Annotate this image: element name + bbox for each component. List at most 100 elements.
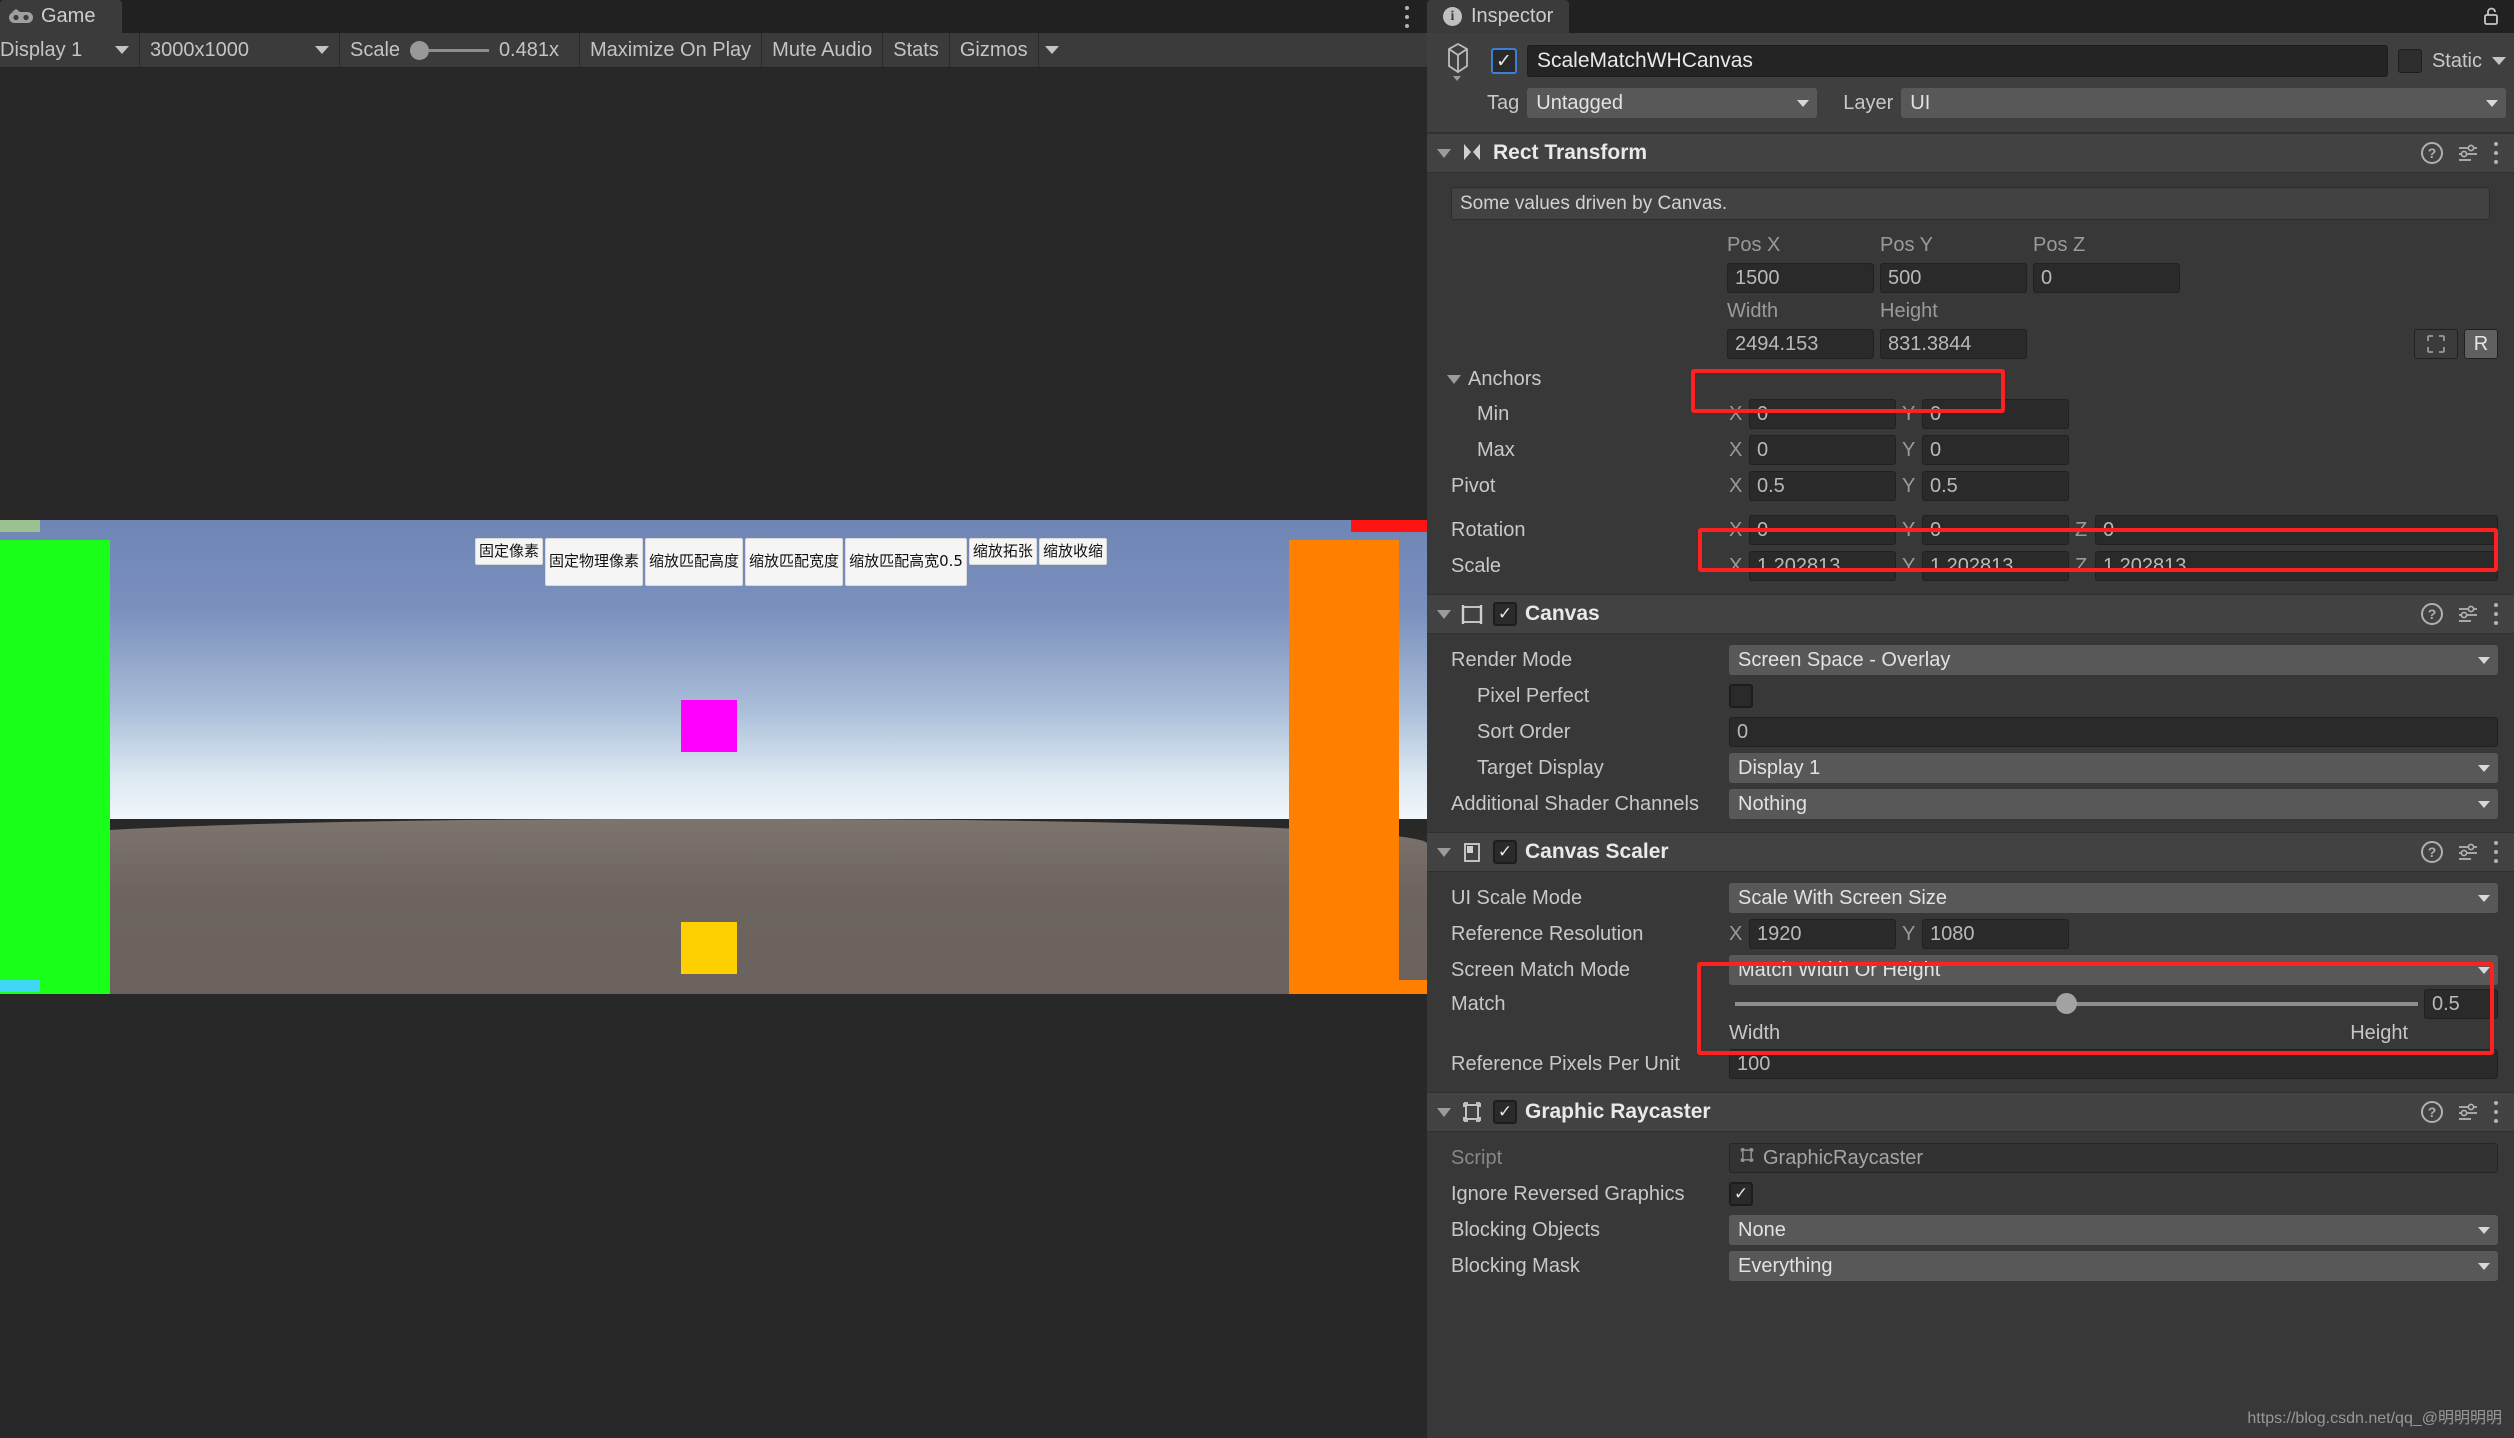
scale-slider-handle[interactable]: [410, 40, 430, 60]
ignore-reversed-graphics-checkbox[interactable]: ✓: [1729, 1182, 1753, 1206]
match-value-field[interactable]: 0.5: [2424, 989, 2498, 1019]
gizmos-dropdown[interactable]: [1039, 33, 1071, 67]
scale-slider-group[interactable]: Scale 0.481x: [340, 33, 580, 67]
tag-dropdown[interactable]: Untagged: [1527, 88, 1818, 118]
static-dropdown-icon[interactable]: [2492, 57, 2506, 65]
mute-audio-button[interactable]: Mute Audio: [762, 33, 884, 67]
ui-button-scale-match-height[interactable]: 缩放匹配高度: [645, 538, 744, 586]
graphic-raycaster-header[interactable]: ✓ Graphic Raycaster ?: [1427, 1092, 2514, 1132]
reference-resolution-label: Reference Resolution: [1451, 922, 1644, 945]
foldout-icon[interactable]: [1437, 609, 1451, 619]
canvas-scaler-enabled-checkbox[interactable]: ✓: [1493, 840, 1517, 864]
screen-match-mode-label: Screen Match Mode: [1451, 958, 1630, 981]
foldout-icon[interactable]: [1437, 847, 1451, 857]
static-checkbox[interactable]: [2397, 49, 2422, 73]
canvas-header[interactable]: ✓ Canvas ?: [1427, 594, 2514, 634]
blueprint-mode-button[interactable]: [2414, 329, 2458, 359]
object-name-field[interactable]: ScaleMatchWHCanvas: [1527, 45, 2388, 77]
reference-resolution-y-field[interactable]: 1080: [1922, 919, 2069, 949]
anchor-min-y-field[interactable]: 0: [1922, 399, 2069, 429]
rect-transform-body: Some values driven by Canvas. Pos X Pos …: [1427, 173, 2514, 594]
ui-button-scale-match-width[interactable]: 缩放匹配宽度: [745, 538, 844, 586]
preset-icon[interactable]: [2457, 1102, 2479, 1122]
match-slider-handle[interactable]: [2056, 993, 2077, 1014]
raw-edit-button[interactable]: R: [2464, 329, 2498, 359]
sort-order-field[interactable]: 0: [1729, 717, 2498, 747]
reference-resolution-x-field[interactable]: 1920: [1749, 919, 1896, 949]
additional-shader-dropdown[interactable]: Nothing: [1729, 789, 2498, 819]
game-view-canvas[interactable]: 固定像素 固定物理像素 缩放匹配高度 缩放匹配宽度 缩放匹配高宽0.5 缩放拓张…: [0, 68, 1427, 1438]
marker-red-top: [1351, 520, 1427, 532]
match-slider[interactable]: [1735, 993, 2418, 1014]
ui-button-scale-expand[interactable]: 缩放拓张: [968, 538, 1037, 566]
foldout-icon[interactable]: [1437, 1107, 1451, 1117]
component-menu-icon[interactable]: [2493, 1101, 2498, 1123]
layer-dropdown[interactable]: UI: [1901, 88, 2506, 118]
reference-ppu-label: Reference Pixels Per Unit: [1451, 1052, 1680, 1075]
pos-y-field[interactable]: 500: [1880, 263, 2027, 293]
prefab-cube-icon: [1435, 40, 1481, 82]
rotation-z-field[interactable]: 0: [2095, 515, 2498, 545]
rect-transform-header[interactable]: Rect Transform ?: [1427, 133, 2514, 173]
help-icon[interactable]: ?: [2421, 1101, 2443, 1123]
preset-icon[interactable]: [2457, 842, 2479, 862]
scale-slider[interactable]: [410, 40, 489, 60]
anchor-max-x-field[interactable]: 0: [1749, 435, 1896, 465]
foldout-icon[interactable]: [1437, 148, 1451, 158]
display-dropdown[interactable]: Display 1: [0, 33, 140, 67]
pos-z-field[interactable]: 0: [2033, 263, 2180, 293]
canvas-body: Render Mode Screen Space - Overlay Pixel…: [1427, 634, 2514, 832]
lock-icon[interactable]: [2482, 6, 2500, 26]
ui-scale-mode-dropdown[interactable]: Scale With Screen Size: [1729, 883, 2498, 913]
reference-ppu-field[interactable]: 100: [1729, 1049, 2498, 1079]
pivot-x-field[interactable]: 0.5: [1749, 471, 1896, 501]
height-field[interactable]: 831.3844: [1880, 329, 2027, 359]
gizmos-button[interactable]: Gizmos: [950, 33, 1039, 67]
scale-y-field[interactable]: 1.202813: [1922, 551, 2069, 581]
tab-inspector[interactable]: i Inspector: [1427, 0, 1570, 33]
pixel-perfect-label: Pixel Perfect: [1477, 684, 1590, 707]
preset-icon[interactable]: [2457, 604, 2479, 624]
anchor-min-x-field[interactable]: 0: [1749, 399, 1896, 429]
anchor-max-y-field[interactable]: 0: [1922, 435, 2069, 465]
rotation-x-field[interactable]: 0: [1749, 515, 1896, 545]
game-render-area[interactable]: 固定像素 固定物理像素 缩放匹配高度 缩放匹配宽度 缩放匹配高宽0.5 缩放拓张…: [0, 520, 1427, 994]
component-menu-icon[interactable]: [2493, 142, 2498, 164]
rotation-y-field[interactable]: 0: [1922, 515, 2069, 545]
axis-x-label: X: [1729, 518, 1743, 541]
blocking-mask-dropdown[interactable]: Everything: [1729, 1251, 2498, 1281]
scale-z-field[interactable]: 1.202813: [2095, 551, 2498, 581]
screen-match-mode-dropdown[interactable]: Match Width Or Height: [1729, 955, 2498, 985]
game-panel-menu-icon[interactable]: [1404, 6, 1409, 28]
ui-button-scale-match-wh-half[interactable]: 缩放匹配高宽0.5: [845, 538, 967, 586]
help-icon[interactable]: ?: [2421, 142, 2443, 164]
tab-game[interactable]: Game: [0, 0, 122, 33]
pivot-y-field[interactable]: 0.5: [1922, 471, 2069, 501]
anchors-foldout-icon[interactable]: [1447, 374, 1461, 384]
help-icon[interactable]: ?: [2421, 603, 2443, 625]
scale-x-field[interactable]: 1.202813: [1749, 551, 1896, 581]
axis-x-label: X: [1729, 554, 1743, 577]
ui-button-fixed-pixel[interactable]: 固定像素: [475, 538, 544, 566]
ui-button-fixed-physical-px[interactable]: 固定物理像素: [545, 538, 644, 586]
pos-x-field[interactable]: 1500: [1727, 263, 1874, 293]
resolution-dropdown[interactable]: 3000x1000: [140, 33, 340, 67]
gamepad-icon: [8, 8, 34, 25]
canvas-scaler-header[interactable]: ✓ Canvas Scaler ?: [1427, 832, 2514, 872]
component-menu-icon[interactable]: [2493, 603, 2498, 625]
preset-icon[interactable]: [2457, 143, 2479, 163]
canvas-enabled-checkbox[interactable]: ✓: [1493, 602, 1517, 626]
graphic-raycaster-enabled-checkbox[interactable]: ✓: [1493, 1100, 1517, 1124]
blocking-objects-dropdown[interactable]: None: [1729, 1215, 2498, 1245]
object-enabled-checkbox[interactable]: ✓: [1491, 48, 1517, 74]
stats-button[interactable]: Stats: [883, 33, 950, 67]
layer-label: Layer: [1843, 91, 1894, 114]
width-field[interactable]: 2494.153: [1727, 329, 1874, 359]
component-menu-icon[interactable]: [2493, 841, 2498, 863]
pixel-perfect-checkbox[interactable]: [1729, 684, 1753, 708]
render-mode-dropdown[interactable]: Screen Space - Overlay: [1729, 645, 2498, 675]
target-display-dropdown[interactable]: Display 1: [1729, 753, 2498, 783]
help-icon[interactable]: ?: [2421, 841, 2443, 863]
ui-button-scale-shrink[interactable]: 缩放收缩: [1038, 538, 1107, 566]
maximize-on-play-button[interactable]: Maximize On Play: [580, 33, 763, 67]
